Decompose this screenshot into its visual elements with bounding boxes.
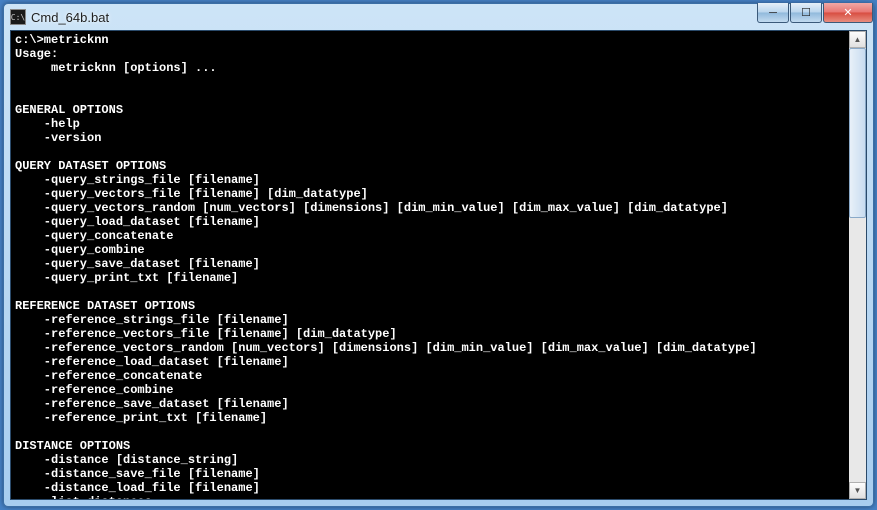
line: -reference_combine <box>15 383 173 397</box>
vertical-scrollbar[interactable]: ▲ ▼ <box>849 31 866 499</box>
line: -query_strings_file [filename] <box>15 173 260 187</box>
line: c:\>metricknn <box>15 33 109 47</box>
line: -query_load_dataset [filename] <box>15 215 260 229</box>
close-button[interactable]: ✕ <box>823 3 873 23</box>
line: GENERAL OPTIONS <box>15 103 123 117</box>
console-window: C:\ Cmd_64b.bat ─ ☐ ✕ c:\>metricknn Usag… <box>3 3 874 507</box>
line: -query_print_txt [filename] <box>15 271 238 285</box>
line: -distance_load_file [filename] <box>15 481 260 495</box>
line: -reference_load_dataset [filename] <box>15 355 289 369</box>
scroll-up-button[interactable]: ▲ <box>849 31 866 48</box>
titlebar[interactable]: C:\ Cmd_64b.bat ─ ☐ ✕ <box>4 4 873 30</box>
maximize-button[interactable]: ☐ <box>790 3 822 23</box>
line: -distance [distance_string] <box>15 453 238 467</box>
line: -reference_vectors_random [num_vectors] … <box>15 341 757 355</box>
scroll-track[interactable] <box>849 48 866 482</box>
line: -query_vectors_file [filename] [dim_data… <box>15 187 368 201</box>
line: -distance_save_file [filename] <box>15 467 260 481</box>
line: -version <box>15 131 101 145</box>
line: -query_concatenate <box>15 229 173 243</box>
line: -reference_concatenate <box>15 369 202 383</box>
line: -reference_vectors_file [filename] [dim_… <box>15 327 397 341</box>
line: REFERENCE DATASET OPTIONS <box>15 299 195 313</box>
line: -reference_strings_file [filename] <box>15 313 289 327</box>
line: -query_save_dataset [filename] <box>15 257 260 271</box>
line: -help <box>15 117 80 131</box>
scroll-down-button[interactable]: ▼ <box>849 482 866 499</box>
window-title: Cmd_64b.bat <box>31 10 109 25</box>
line: -reference_print_txt [filename] <box>15 411 267 425</box>
scroll-thumb[interactable] <box>849 48 866 218</box>
line: QUERY DATASET OPTIONS <box>15 159 166 173</box>
line: -query_vectors_random [num_vectors] [dim… <box>15 201 728 215</box>
client-area: c:\>metricknn Usage: metricknn [options]… <box>10 30 867 500</box>
line: Usage: <box>15 47 58 61</box>
line: DISTANCE OPTIONS <box>15 439 130 453</box>
app-icon: C:\ <box>10 9 26 25</box>
terminal-output[interactable]: c:\>metricknn Usage: metricknn [options]… <box>11 31 848 499</box>
line: metricknn [options] ... <box>15 61 217 75</box>
line: -list_distances <box>15 495 152 500</box>
minimize-button[interactable]: ─ <box>757 3 789 23</box>
line: -query_combine <box>15 243 145 257</box>
line: -reference_save_dataset [filename] <box>15 397 289 411</box>
titlebar-buttons: ─ ☐ ✕ <box>756 3 873 23</box>
